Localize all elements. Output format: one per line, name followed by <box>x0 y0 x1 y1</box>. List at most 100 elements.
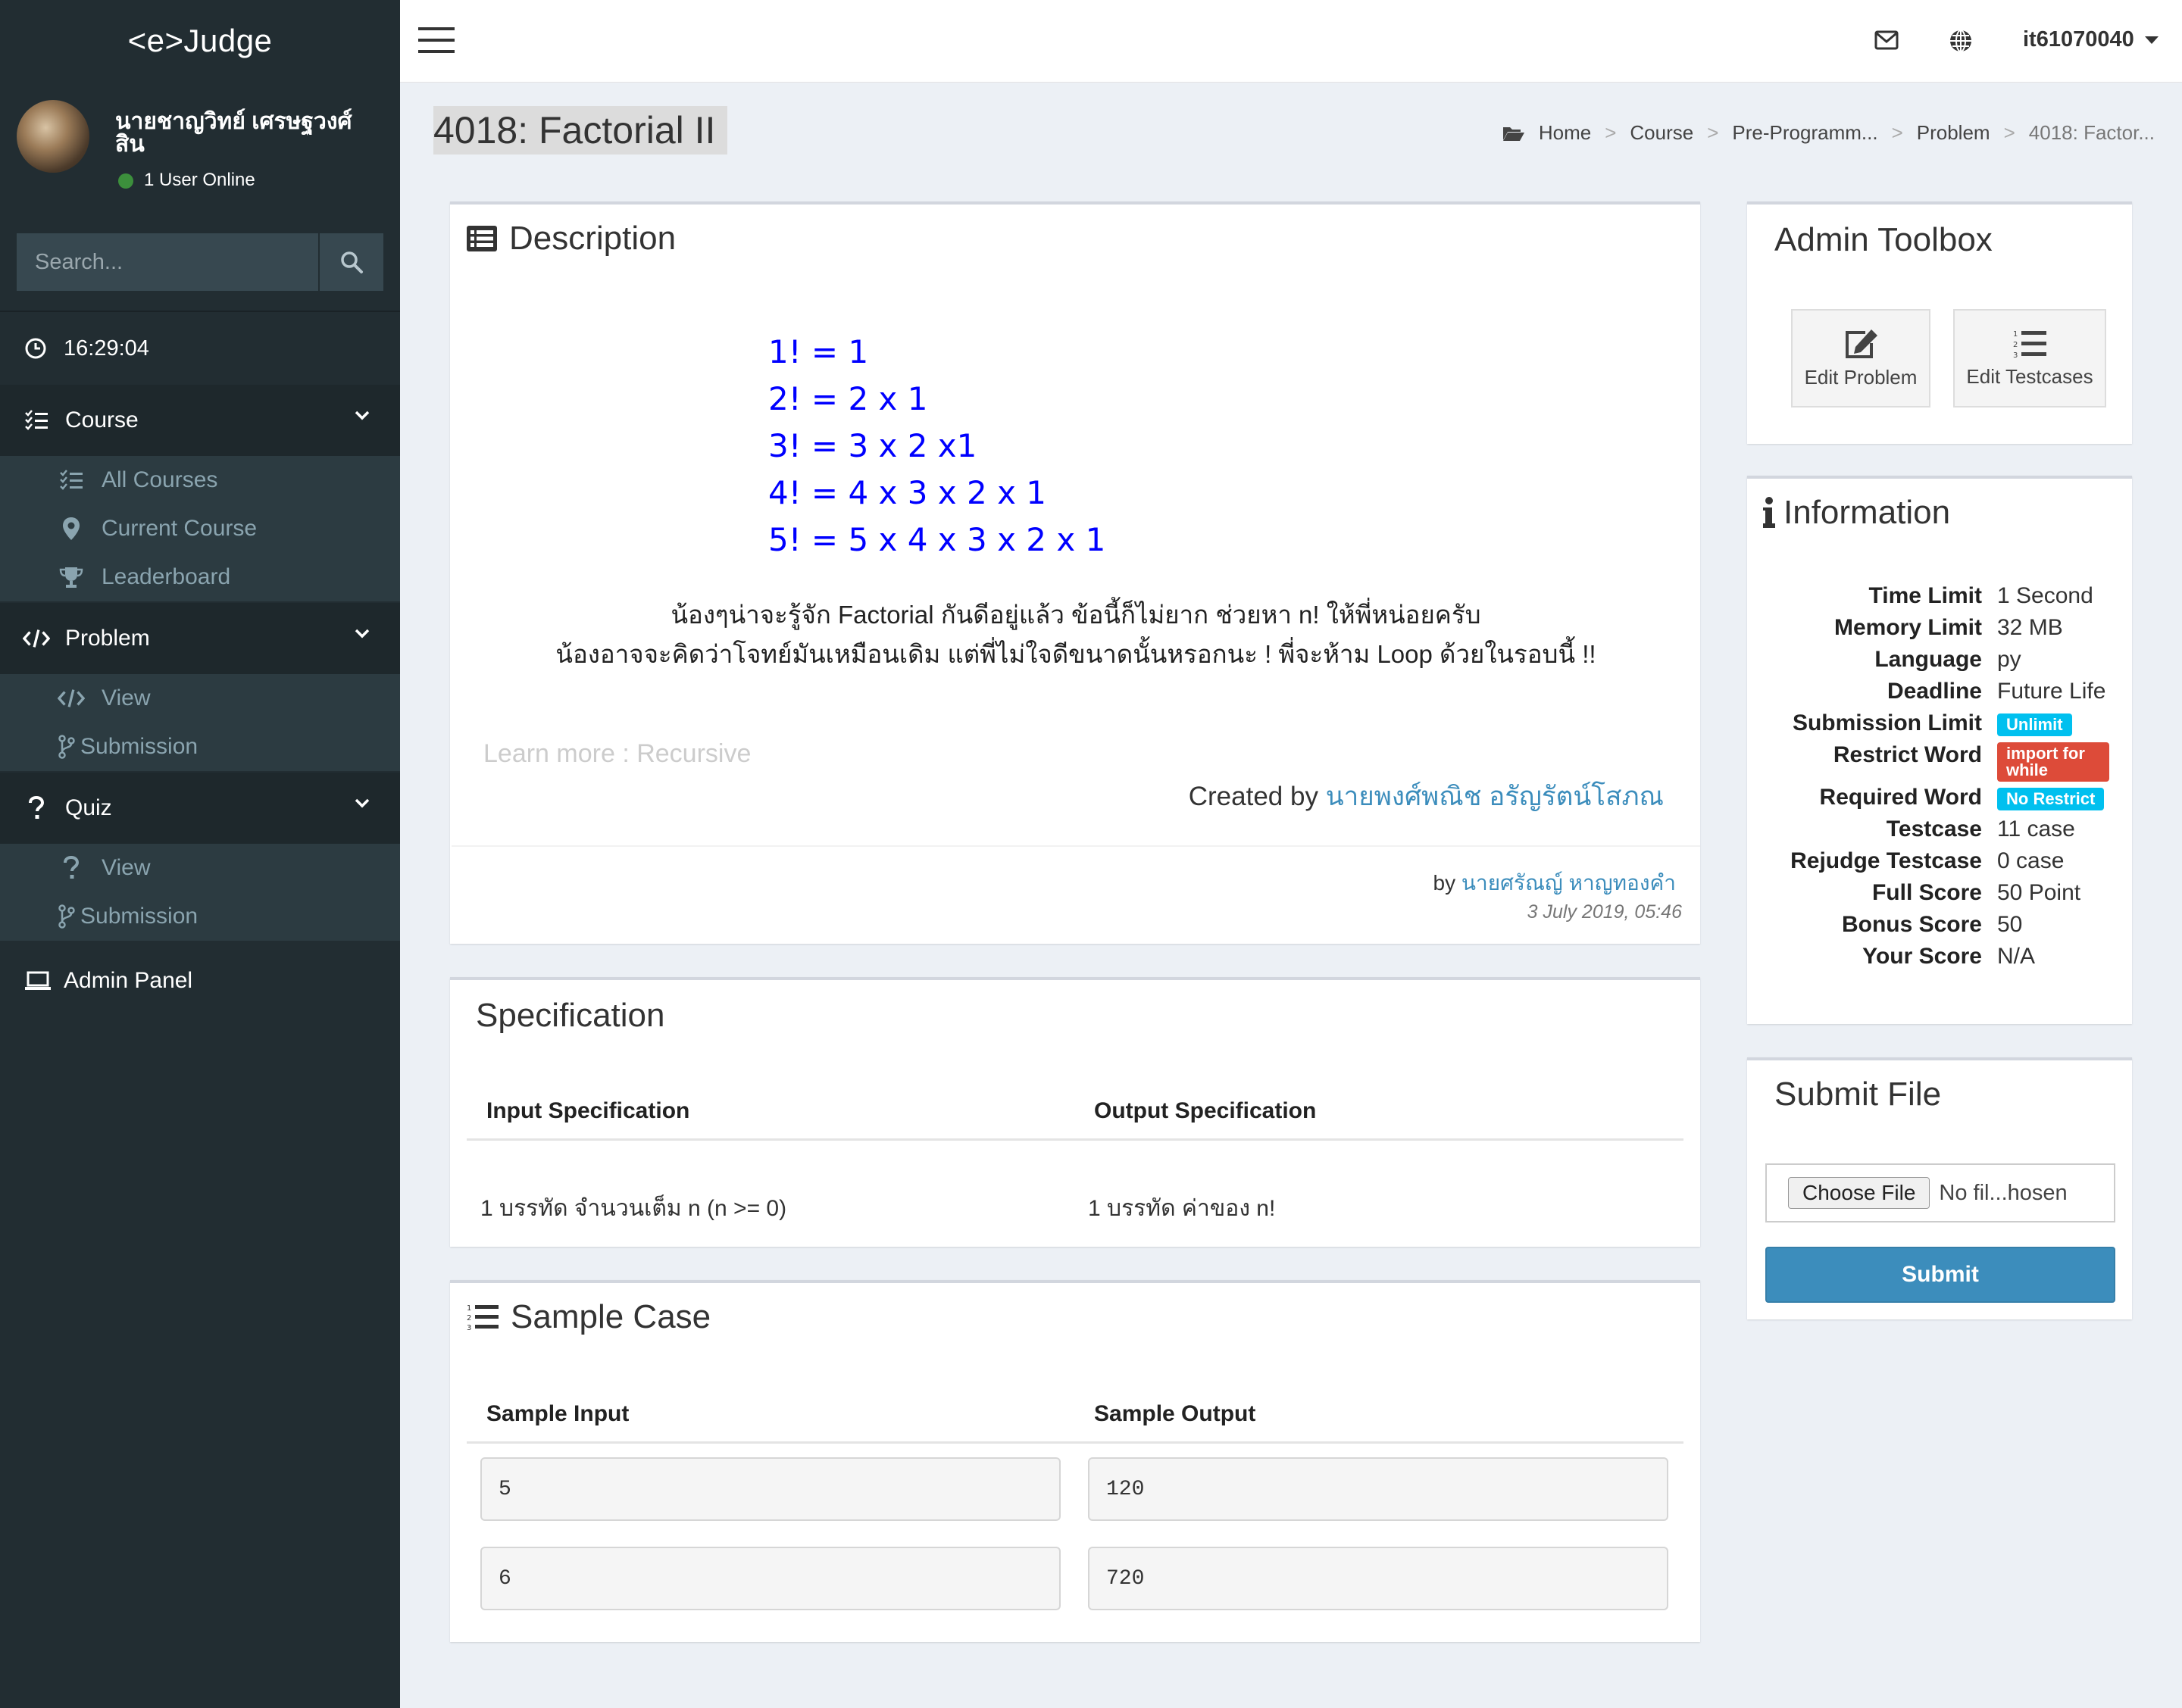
online-dot-icon <box>118 173 133 189</box>
caret-down-icon <box>2144 36 2159 45</box>
sidebar-item-label: Course <box>65 407 139 432</box>
svg-text:1: 1 <box>2013 330 2018 339</box>
info-label: Submission Limit <box>1792 710 1982 735</box>
code-icon <box>58 688 85 709</box>
info-label: Full Score <box>1871 880 1982 905</box>
by-line: by นายศรัณญ์ หาญทองคำ <box>1433 866 1677 900</box>
sample-input-field[interactable]: 5 <box>480 1457 1061 1521</box>
description-title: Description <box>467 220 676 258</box>
output-spec-header: Output Specification <box>1094 1098 1317 1123</box>
sidebar-item-all-courses[interactable]: All Courses <box>0 456 400 504</box>
by-author-link[interactable]: นายศรัณญ์ หาญทองคำ <box>1461 871 1676 895</box>
chevron-down-icon <box>355 411 370 421</box>
user-name: นายชาญวิทย์ เศรษฐวงศ์สิน <box>115 109 352 157</box>
info-memory-limit: Memory Limit 32 MB <box>1750 615 2144 647</box>
input-spec-value: 1 บรรทัด จำนวนเต็ม n (n >= 0) <box>480 1196 787 1221</box>
info-label: Required Word <box>1819 785 1982 810</box>
info-value: 11 case <box>1997 817 2075 842</box>
sidebar-item-label: Quiz <box>65 795 112 820</box>
info-value: 1 Second <box>1997 583 2093 608</box>
edit-problem-button[interactable]: Edit Problem <box>1791 309 1930 407</box>
formula-line: 1! = 1 <box>768 333 869 370</box>
edit-testcases-label: Edit Testcases <box>1966 364 2093 388</box>
clock-time: 16:29:04 <box>64 336 149 361</box>
avatar <box>17 100 89 173</box>
sidebar-item-problem-view[interactable]: View <box>0 674 400 723</box>
info-deadline: Deadline Future Life <box>1750 679 2144 710</box>
sidebar-item-label: Problem <box>65 626 150 651</box>
code-fork-icon <box>58 735 76 759</box>
code-icon <box>23 628 50 649</box>
menu-toggle-icon[interactable] <box>418 27 455 53</box>
formula-line: 3! = 3 x 2 x1 <box>768 427 977 464</box>
question-icon <box>23 796 50 820</box>
sidebar: <e>Judge นายชาญวิทย์ เศรษฐวงศ์สิน 1 User… <box>0 0 400 1708</box>
sidebar-item-current-course[interactable]: Current Course <box>0 504 400 553</box>
info-label: Restrict Word <box>1833 742 1982 767</box>
search-button[interactable] <box>320 233 383 291</box>
globe-icon[interactable] <box>1949 29 1973 53</box>
info-value: 50 <box>1997 912 2023 937</box>
sidebar-item-quiz-submission[interactable]: Submission <box>0 892 400 941</box>
description-box <box>450 201 1700 944</box>
info-label: Memory Limit <box>1833 615 1982 640</box>
info-rejudge-testcase: Rejudge Testcase 0 case <box>1750 848 2144 880</box>
file-status: No fil...hosen <box>1939 1180 2068 1205</box>
info-time-limit: Time Limit 1 Second <box>1750 583 2144 615</box>
search-input[interactable] <box>17 233 318 291</box>
created-by-author-link[interactable]: นายพงศ์พณิช อรัญรัตน์โสภณ <box>1326 782 1664 811</box>
created-by-label: Created by <box>1188 782 1318 811</box>
info-label: Rejudge Testcase <box>1790 848 1982 873</box>
info-submission-limit: Submission Limit Unlimit <box>1750 710 2144 742</box>
online-status: 1 User Online <box>118 170 255 191</box>
info-language: Language py <box>1750 647 2144 679</box>
breadcrumb-pre-programming[interactable]: Pre-Programm... <box>1732 121 1877 145</box>
edit-icon <box>1843 328 1879 360</box>
description-line: น้องอาจจะคิดว่าโจทย์มันเหมือนเดิม แต่พี่… <box>555 640 1596 668</box>
sample-case-title: 12 3 Sample Case <box>467 1298 711 1336</box>
sidebar-item-quiz[interactable]: Quiz <box>0 773 400 844</box>
list-alt-icon <box>467 226 497 251</box>
info-value: N/A <box>1997 944 2036 969</box>
problem-submenu: View Submission <box>0 674 400 771</box>
admin-toolbox-title: Admin Toolbox <box>1774 221 1993 258</box>
sample-output-header: Sample Output <box>1094 1401 1256 1426</box>
page-title: 4018: Factorial II <box>433 106 728 155</box>
envelope-icon[interactable] <box>1874 30 1899 50</box>
sample-input-field[interactable]: 6 <box>480 1547 1061 1610</box>
chevron-down-icon <box>355 798 370 809</box>
user-menu[interactable]: it61070040 <box>2023 27 2159 52</box>
submit-button[interactable]: Submit <box>1765 1247 2115 1303</box>
edit-testcases-button[interactable]: 1 2 3 Edit Testcases <box>1953 309 2106 407</box>
sample-output-field[interactable]: 720 <box>1088 1547 1668 1610</box>
sidebar-item-course[interactable]: Course <box>0 385 400 456</box>
folder-open-icon <box>1502 125 1525 142</box>
info-value: py <box>1997 647 2021 672</box>
sidebar-item-label: Submission <box>80 904 199 929</box>
sidebar-item-admin-panel[interactable]: Admin Panel <box>0 947 400 1015</box>
breadcrumb-course[interactable]: Course <box>1630 121 1693 145</box>
submit-file-title: Submit File <box>1774 1076 1942 1113</box>
info-label: Time Limit <box>1868 583 1982 608</box>
info-label: Bonus Score <box>1841 912 1982 937</box>
status-badge: Unlimit <box>1997 713 2072 736</box>
online-text: 1 User Online <box>144 170 255 190</box>
sample-case-title-text: Sample Case <box>511 1298 711 1335</box>
list-ol-icon: 1 2 3 <box>2013 329 2046 359</box>
sidebar-item-label: View <box>102 685 151 710</box>
sidebar-item-label: Leaderboard <box>102 564 231 589</box>
breadcrumb-problem[interactable]: Problem <box>1917 121 1990 145</box>
sidebar-item-leaderboard[interactable]: Leaderboard <box>0 553 400 601</box>
info-full-score: Full Score 50 Point <box>1750 880 2144 912</box>
clock-icon <box>24 337 47 360</box>
sidebar-item-problem-submission[interactable]: Submission <box>0 723 400 771</box>
sample-output-field[interactable]: 120 <box>1088 1457 1668 1521</box>
breadcrumb-home[interactable]: Home <box>1539 121 1591 145</box>
question-icon <box>58 856 85 880</box>
sidebar-item-problem[interactable]: Problem <box>0 603 400 674</box>
learn-more-link[interactable]: Learn more : Recursive <box>483 739 751 769</box>
by-label: by <box>1433 871 1456 895</box>
sidebar-item-quiz-view[interactable]: View <box>0 844 400 892</box>
choose-file-button[interactable]: Choose File <box>1788 1177 1930 1209</box>
app-logo[interactable]: <e>Judge <box>0 0 400 82</box>
